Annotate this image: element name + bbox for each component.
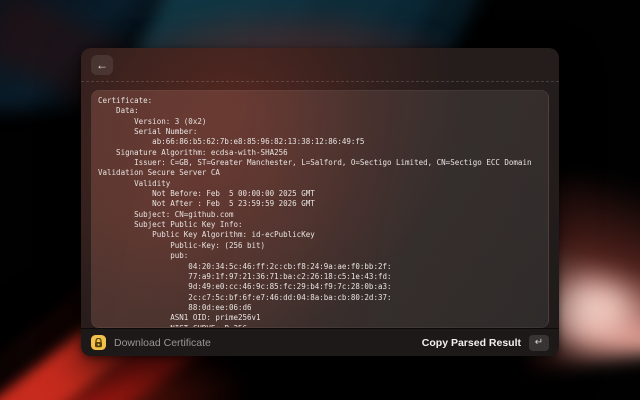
- certificate-text: Certificate: Data: Version: 3 (0x2) Seri…: [98, 96, 532, 327]
- certificate-viewer-window: ← Certificate: Data: Version: 3 (0x2) Se…: [81, 48, 559, 356]
- copy-parsed-result-label: Copy Parsed Result: [421, 336, 521, 349]
- window-header: ←: [81, 48, 559, 82]
- back-button[interactable]: ←: [91, 54, 113, 75]
- copy-parsed-result-action[interactable]: Copy Parsed Result ↵: [421, 334, 549, 351]
- bg-red-glow-core: [553, 283, 631, 335]
- action-bar: Download Certificate Copy Parsed Result …: [81, 328, 559, 356]
- lock-icon: [91, 335, 106, 350]
- return-icon: ↵: [534, 337, 544, 348]
- enter-key-hint: ↵: [529, 334, 549, 351]
- back-arrow-icon: ←: [96, 57, 108, 72]
- certificate-panel[interactable]: Certificate: Data: Version: 3 (0x2) Seri…: [91, 90, 549, 328]
- download-certificate-action[interactable]: Download Certificate: [91, 335, 211, 350]
- download-certificate-label: Download Certificate: [114, 336, 211, 349]
- desktop: ← Certificate: Data: Version: 3 (0x2) Se…: [0, 0, 640, 400]
